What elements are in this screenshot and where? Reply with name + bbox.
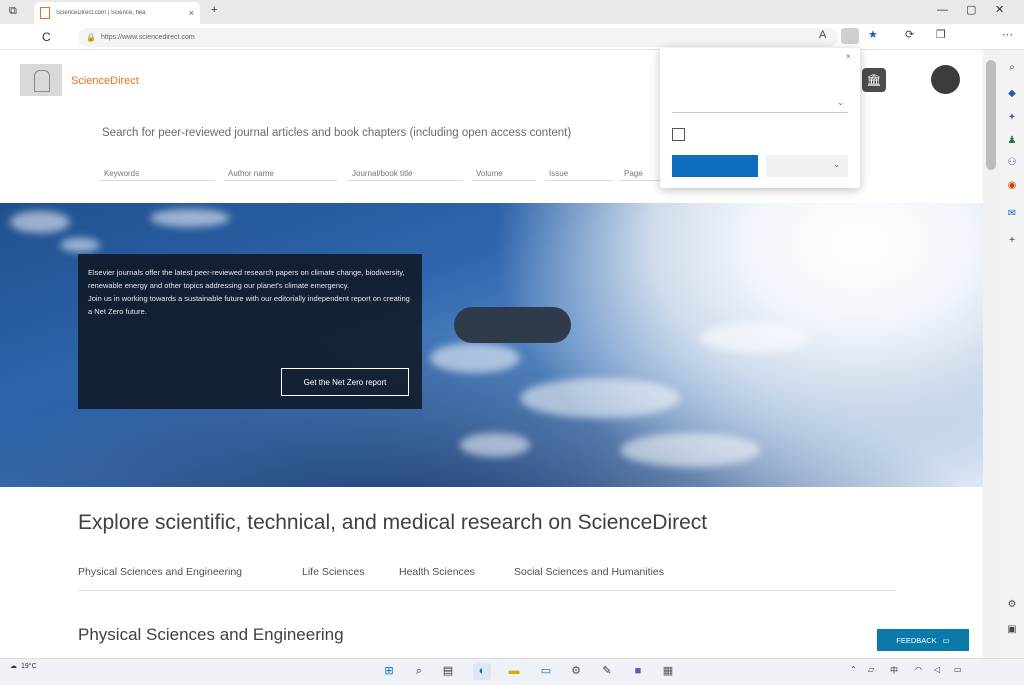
network-icon[interactable]: ▱ <box>868 665 874 674</box>
collections-icon[interactable]: ❐ <box>936 30 946 41</box>
file-explorer-icon[interactable]: ▬ <box>505 663 523 680</box>
net-zero-report-button[interactable]: Get the Net Zero report <box>281 368 409 396</box>
translate-button[interactable] <box>672 155 758 177</box>
minimize-icon[interactable]: — <box>937 5 948 16</box>
avatar[interactable] <box>931 65 960 94</box>
tab-close-icon[interactable]: × <box>189 8 194 18</box>
url-field[interactable]: 🔒 https://www.sciencedirect.com <box>78 28 838 47</box>
category-link-health[interactable]: Health Sciences <box>399 566 475 578</box>
translate-popup: × ⌄ ⌄ <box>660 48 860 188</box>
settings-app-icon[interactable]: ⚙ <box>567 663 585 680</box>
journal-title-input[interactable] <box>348 160 463 181</box>
games-icon[interactable]: ♟ <box>1004 133 1020 149</box>
promo-text: Elsevier journals offer the latest peer-… <box>88 268 405 290</box>
cloud-shape <box>700 323 810 353</box>
window-close-icon[interactable]: ✕ <box>995 5 1004 16</box>
chevron-down-icon: ⌄ <box>837 98 844 107</box>
brand-name[interactable]: ScienceDirect <box>71 75 139 87</box>
promo-panel: Elsevier journals offer the latest peer-… <box>78 254 422 409</box>
wifi-icon[interactable]: ◠ <box>915 665 922 674</box>
people-icon[interactable]: ⚇ <box>1004 155 1020 171</box>
not-now-button[interactable]: ⌄ <box>766 155 848 177</box>
read-aloud-icon[interactable]: A <box>819 30 826 41</box>
tab-sciencedirect[interactable]: ScienceDirect.com | Science, hea × <box>34 2 200 24</box>
tab-bar: ⧉ ScienceDirect.com | Science, hea × + —… <box>0 0 1024 24</box>
cloud-shape <box>460 433 530 457</box>
tab-title: ScienceDirect.com | Science, hea <box>56 10 146 16</box>
elsevier-logo[interactable] <box>20 64 62 96</box>
search-lead-text: Search for peer-reviewed journal article… <box>102 127 572 139</box>
ime-icon[interactable]: 中 <box>890 665 898 676</box>
category-divider <box>78 590 896 591</box>
pen-icon[interactable]: ✎ <box>598 663 616 680</box>
section-heading: Physical Sciences and Engineering <box>78 625 344 644</box>
feedback-label: FEEDBACK <box>896 635 937 645</box>
url-text: https://www.sciencedirect.com <box>100 34 195 41</box>
weather-icon: ☁ <box>10 663 17 670</box>
translate-icon[interactable] <box>841 28 859 44</box>
refresh-icon[interactable]: C <box>42 31 51 43</box>
category-link-life[interactable]: Life Sciences <box>302 566 364 578</box>
cloud-shape <box>520 378 680 418</box>
maximize-icon[interactable]: ▢ <box>966 5 976 16</box>
search-icon[interactable]: ⌕ <box>1004 60 1020 76</box>
office-icon[interactable]: ◉ <box>1004 178 1020 194</box>
outlook-icon[interactable]: ✉ <box>1004 206 1020 222</box>
split-screen-icon[interactable]: ⟳ <box>905 30 914 41</box>
cloud-shape <box>10 211 70 233</box>
always-translate-checkbox[interactable] <box>672 128 685 141</box>
scrollbar-thumb[interactable] <box>986 60 996 170</box>
more-icon[interactable]: ⋯ <box>1002 30 1013 41</box>
chevron-down-icon: ⌄ <box>833 160 840 169</box>
feedback-button[interactable]: FEEDBACK ▭ <box>877 629 969 651</box>
add-icon[interactable]: + <box>1004 233 1020 249</box>
author-input[interactable] <box>224 160 337 181</box>
task-view-icon[interactable]: ▤ <box>439 663 457 680</box>
settings-icon[interactable]: ⚙ <box>1004 597 1020 613</box>
target-language-select[interactable]: ⌄ <box>672 95 848 113</box>
mail-icon[interactable]: ▭ <box>537 663 555 680</box>
cloud-shape <box>150 209 230 227</box>
page-input[interactable] <box>620 160 660 181</box>
edge-icon[interactable]: ◐ <box>473 663 491 680</box>
cloud-shape <box>60 238 100 252</box>
chat-icon: ▭ <box>942 635 950 645</box>
volume-icon[interactable]: ◁ <box>934 665 940 674</box>
app-icon[interactable]: ▦ <box>659 663 677 680</box>
weather-temp: 19°C <box>21 662 37 670</box>
volume-input[interactable] <box>472 160 536 181</box>
category-link-physical[interactable]: Physical Sciences and Engineering <box>78 566 242 578</box>
institution-icon[interactable]: 🏛 <box>862 68 886 92</box>
favicon-icon <box>40 7 50 19</box>
teams-icon[interactable]: ■ <box>629 663 647 680</box>
cloud-shape <box>620 433 760 467</box>
new-tab-button[interactable]: + <box>211 5 217 16</box>
favorite-star-icon[interactable]: ★ <box>868 30 878 41</box>
screenshot-icon[interactable]: ▣ <box>1004 622 1020 638</box>
keywords-input[interactable] <box>100 160 215 181</box>
translation-status-pill[interactable] <box>454 307 571 343</box>
taskbar-search-icon[interactable]: ⌕ <box>410 663 428 680</box>
window-menu-icon[interactable]: ⧉ <box>9 6 17 17</box>
tools-icon[interactable]: ✦ <box>1004 110 1020 126</box>
tray-chevron-icon[interactable]: ⌃ <box>850 665 857 674</box>
hero-banner: Elsevier journals offer the latest peer-… <box>0 203 983 487</box>
shopping-tag-icon[interactable]: ◆ <box>1004 86 1020 102</box>
issue-input[interactable] <box>545 160 613 181</box>
lock-icon: 🔒 <box>86 33 96 42</box>
cloud-shape <box>430 343 520 373</box>
weather-widget[interactable]: ☁ 19°C <box>10 662 37 671</box>
promo-text-2: Join us in working towards a sustainable… <box>88 294 410 316</box>
category-link-social[interactable]: Social Sciences and Humanities <box>514 566 664 578</box>
explore-heading: Explore scientific, technical, and medic… <box>78 511 708 534</box>
popup-close-icon[interactable]: × <box>846 52 851 61</box>
start-icon[interactable]: ⊞ <box>380 663 398 680</box>
battery-icon[interactable]: ▭ <box>954 665 962 674</box>
